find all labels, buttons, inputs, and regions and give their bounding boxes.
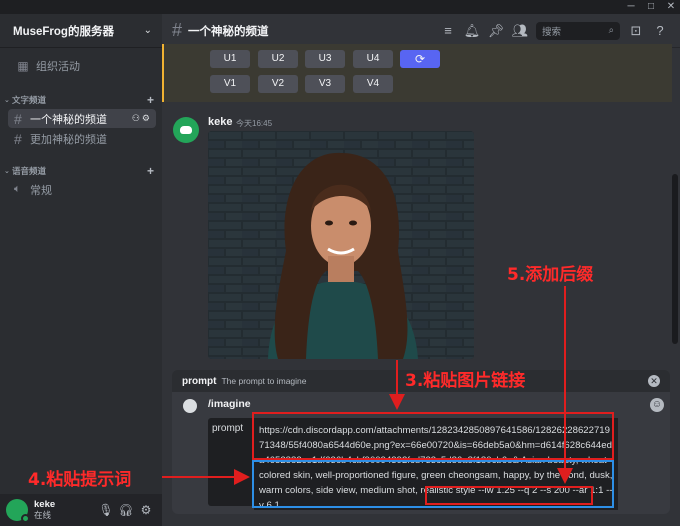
minimize-icon[interactable]: ─ bbox=[622, 0, 640, 14]
chat-area: # 一个神秘的频道 ≡ 🔔︎ 📌︎ 👥︎ 搜索 ⌕ ⊡ ? U1 U2 U3 U… bbox=[162, 14, 680, 526]
category-label: 语音频道 bbox=[12, 166, 47, 176]
annotation-step4: 4.粘贴提示词 bbox=[28, 470, 132, 490]
sidebar-item-voice-general[interactable]: 🔈︎ 常规 bbox=[8, 180, 156, 199]
u3-button[interactable]: U3 bbox=[305, 50, 345, 68]
gear-icon[interactable]: ⚙ bbox=[136, 503, 156, 517]
online-status-dot bbox=[21, 514, 30, 523]
user-panel: keke 在线 🎙︎ 🎧︎ ⚙ bbox=[0, 494, 162, 526]
sidebar-item-channel-1[interactable]: # 一个神秘的频道 ⚇⚙ bbox=[8, 109, 156, 128]
v2-button[interactable]: V2 bbox=[258, 75, 298, 93]
message-author[interactable]: keke bbox=[208, 116, 232, 128]
events-item[interactable]: ▦ 组织活动 bbox=[0, 56, 162, 76]
bot-message-highlight: U1 U2 U3 U4 ⟳ V1 V2 V3 V4 bbox=[162, 44, 672, 102]
hashtag-icon: # bbox=[14, 110, 22, 127]
add-channel-icon[interactable]: + bbox=[147, 93, 154, 107]
hashtag-icon: # bbox=[172, 20, 183, 40]
search-input[interactable]: 搜索 ⌕ bbox=[536, 21, 620, 40]
search-placeholder: 搜索 bbox=[542, 26, 562, 38]
message-timestamp: 今天16:45 bbox=[236, 119, 273, 128]
channel-label: 常规 bbox=[30, 184, 52, 197]
u1-button[interactable]: U1 bbox=[210, 50, 250, 68]
channel-title: 一个神秘的频道 bbox=[188, 25, 269, 38]
user-status: 在线 bbox=[34, 510, 52, 520]
v1-button[interactable]: V1 bbox=[210, 75, 250, 93]
emoji-icon[interactable]: ☺ bbox=[650, 398, 664, 412]
attached-photo[interactable] bbox=[208, 131, 474, 359]
microphone-icon[interactable]: 🎙︎ bbox=[96, 503, 116, 517]
annotation-step5: 5.添加后缀 bbox=[507, 265, 594, 285]
annotation-step3: 3.粘贴图片链接 bbox=[405, 371, 526, 391]
caret-down-icon: ⌄ bbox=[4, 168, 10, 175]
sidebar-item-channel-2[interactable]: # 更加神秘的频道 bbox=[8, 129, 156, 148]
close-icon[interactable]: ✕ bbox=[662, 0, 680, 14]
help-icon[interactable]: ? bbox=[648, 23, 672, 38]
server-name: MuseFrog的服务器 bbox=[13, 25, 114, 38]
portrait-image bbox=[208, 131, 474, 359]
search-icon: ⌕ bbox=[608, 25, 614, 36]
members-icon[interactable]: 👥︎ bbox=[508, 23, 532, 39]
hint-option-name: prompt bbox=[182, 375, 217, 387]
channel-settings-icons[interactable]: ⚇⚙ bbox=[132, 113, 152, 124]
channel-header: # 一个神秘的频道 ≡ 🔔︎ 📌︎ 👥︎ 搜索 ⌕ ⊡ ? bbox=[162, 14, 680, 48]
channel-label: 一个神秘的频道 bbox=[30, 113, 107, 126]
threads-icon[interactable]: ≡ bbox=[436, 23, 460, 38]
v3-button[interactable]: V3 bbox=[305, 75, 345, 93]
bell-icon[interactable]: 🔔︎ bbox=[460, 23, 484, 39]
chevron-down-icon: ⌄ bbox=[143, 25, 152, 36]
add-channel-icon[interactable]: + bbox=[147, 164, 154, 178]
pin-icon[interactable]: 📌︎ bbox=[484, 23, 508, 39]
window-titlebar: ─ □ ✕ bbox=[0, 0, 680, 14]
maximize-icon[interactable]: □ bbox=[642, 0, 660, 14]
events-label: 组织活动 bbox=[36, 61, 80, 73]
calendar-icon: ▦ bbox=[17, 59, 29, 73]
voice-channels-category[interactable]: ⌄ 语音频道 + bbox=[0, 163, 162, 179]
prompt-option-label: prompt bbox=[208, 418, 252, 506]
command-name: /imagine bbox=[208, 398, 251, 410]
channel-sidebar: MuseFrog的服务器 ⌄ ▦ 组织活动 ⌄ 文字频道 + # 一个神秘的频道… bbox=[0, 14, 162, 526]
bot-command-icon bbox=[183, 399, 197, 413]
inbox-icon[interactable]: ⊡ bbox=[624, 23, 648, 39]
scrollbar[interactable] bbox=[672, 174, 678, 344]
text-channels-category[interactable]: ⌄ 文字频道 + bbox=[0, 92, 162, 108]
speaker-icon: 🔈︎ bbox=[14, 183, 21, 195]
headphones-icon[interactable]: 🎧︎ bbox=[116, 503, 136, 517]
u4-button[interactable]: U4 bbox=[353, 50, 393, 68]
v4-button[interactable]: V4 bbox=[353, 75, 393, 93]
hashtag-icon: # bbox=[14, 130, 22, 147]
caret-down-icon: ⌄ bbox=[4, 97, 10, 104]
category-label: 文字频道 bbox=[12, 95, 47, 105]
username: keke bbox=[34, 499, 56, 510]
close-hint-icon[interactable]: ✕ bbox=[648, 375, 660, 387]
message-composer[interactable]: /imagine ☺ prompt https://cdn.discordapp… bbox=[172, 392, 670, 514]
u2-button[interactable]: U2 bbox=[258, 50, 298, 68]
prompt-input[interactable]: https://cdn.discordapp.com/attachments/1… bbox=[254, 418, 618, 511]
reroll-button[interactable]: ⟳ bbox=[400, 50, 440, 68]
server-header[interactable]: MuseFrog的服务器 ⌄ bbox=[0, 14, 162, 48]
channel-label: 更加神秘的频道 bbox=[30, 133, 107, 146]
avatar[interactable] bbox=[6, 499, 30, 523]
message-avatar[interactable] bbox=[173, 117, 199, 143]
